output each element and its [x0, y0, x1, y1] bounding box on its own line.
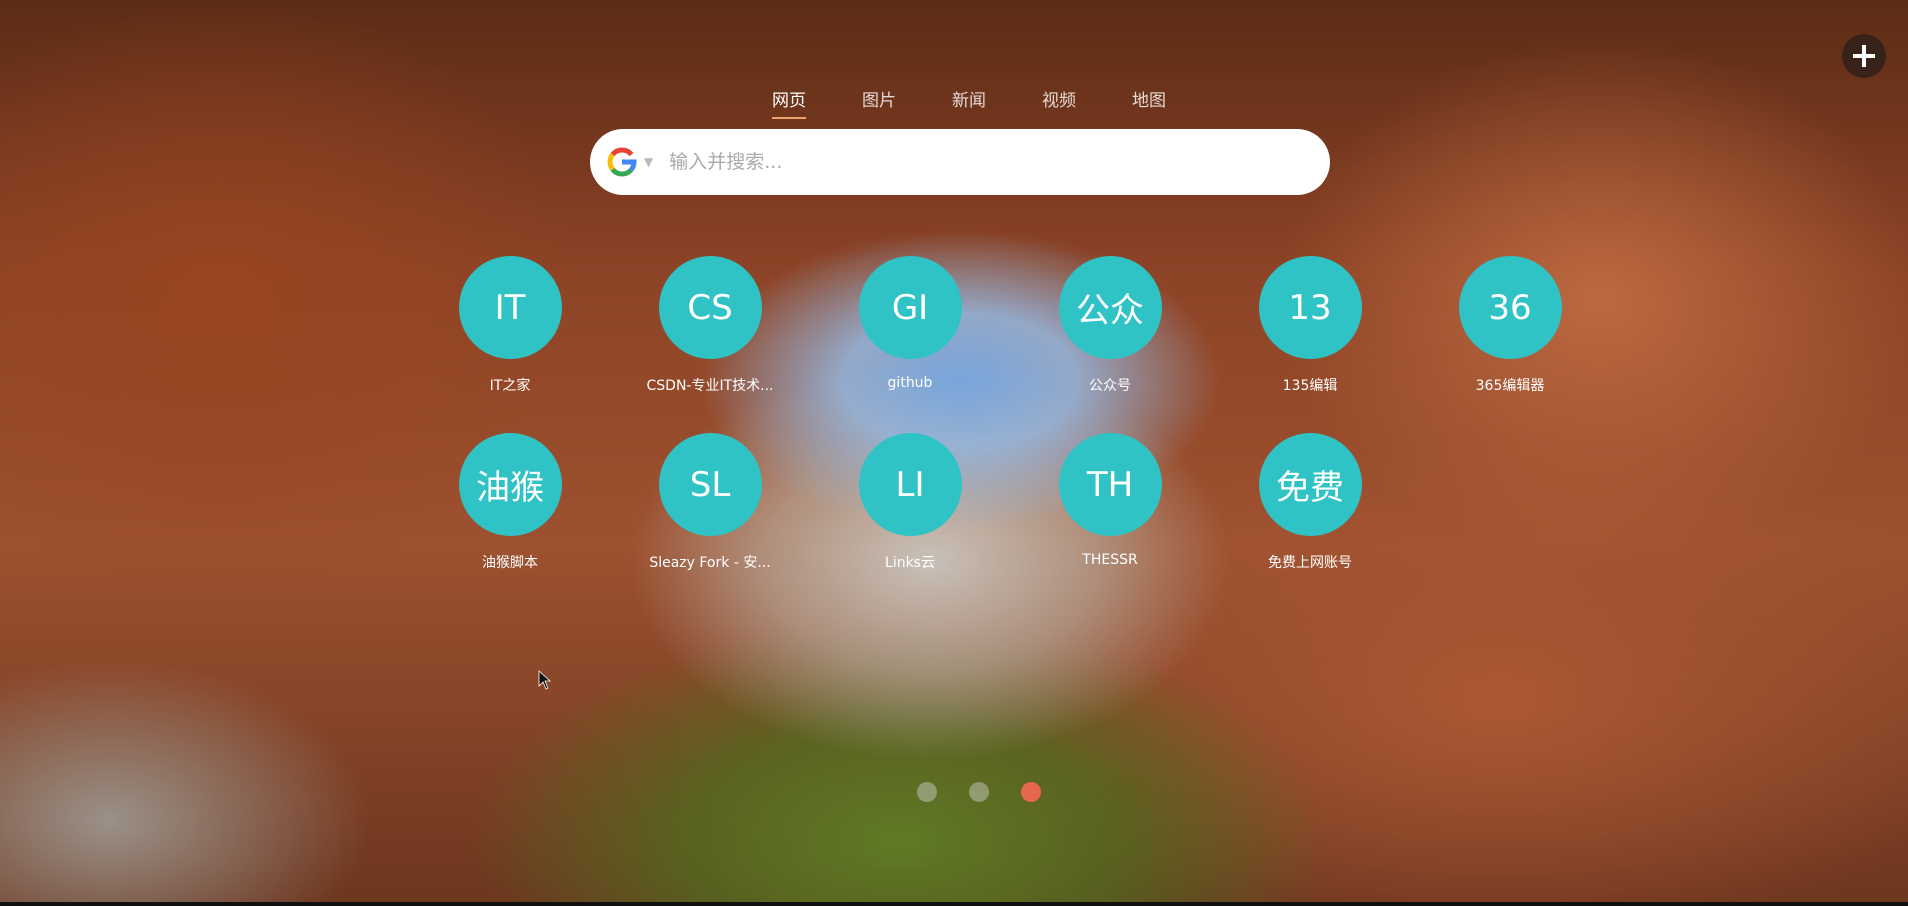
shortcut-icon: 油猴	[458, 433, 562, 536]
shortcut-tile[interactable]: 油猴 油猴脚本	[410, 433, 610, 572]
shortcut-label: 油猴脚本	[482, 555, 538, 571]
shortcut-label: github	[887, 375, 933, 391]
shortcut-label: 免费上网账号	[1268, 555, 1352, 571]
shortcut-grid: IT IT之家 CS CSDN-专业IT技术... GI github 公众 公…	[410, 256, 1610, 572]
tab-images[interactable]: 图片	[862, 86, 896, 119]
shortcut-label: 公众号	[1089, 378, 1131, 394]
google-icon	[607, 147, 637, 177]
shortcut-tile[interactable]: SL Sleazy Fork - 安...	[610, 433, 810, 572]
search-category-tabs: 网页 图片 新闻 视频 地图	[0, 86, 1908, 119]
shortcut-icon: LI	[858, 433, 962, 536]
tab-webpage[interactable]: 网页	[772, 86, 806, 119]
shortcut-tile[interactable]: GI github	[810, 256, 1010, 395]
shortcut-icon: IT	[458, 256, 562, 359]
shortcut-label: CSDN-专业IT技术...	[646, 378, 774, 394]
add-shortcut-button[interactable]	[1842, 34, 1886, 78]
shortcut-label: Sleazy Fork - 安...	[649, 555, 771, 571]
shortcut-label: THESSR	[1082, 552, 1138, 568]
search-engine-selector[interactable]: ▼	[606, 146, 653, 178]
shortcut-tile[interactable]: 公众 公众号	[1010, 256, 1210, 395]
shortcut-label: 365编辑器	[1475, 378, 1545, 394]
shortcut-icon: CS	[658, 256, 762, 359]
tab-videos[interactable]: 视频	[1042, 86, 1076, 119]
shortcut-tile[interactable]: LI Links云	[810, 433, 1010, 572]
page-indicator	[0, 782, 1908, 802]
shortcut-tile[interactable]: 36 365编辑器	[1410, 256, 1610, 395]
shortcut-tile[interactable]: 13 135编辑	[1210, 256, 1410, 395]
shortcut-icon: SL	[658, 433, 762, 536]
shortcut-tile[interactable]: IT IT之家	[410, 256, 610, 395]
mouse-cursor-icon	[538, 670, 552, 690]
bottom-edge	[0, 902, 1908, 906]
shortcut-icon: 免费	[1258, 433, 1362, 536]
tab-news[interactable]: 新闻	[952, 86, 986, 119]
shortcut-tile[interactable]: TH THESSR	[1010, 433, 1210, 572]
shortcut-icon: 公众	[1058, 256, 1162, 359]
chevron-down-icon: ▼	[644, 155, 654, 169]
shortcut-icon: 36	[1458, 256, 1562, 359]
tab-maps[interactable]: 地图	[1132, 86, 1166, 119]
search-bar: ▼	[590, 129, 1330, 195]
plus-icon	[1853, 45, 1875, 67]
shortcut-icon: GI	[858, 256, 962, 359]
page-dot-3[interactable]	[1021, 782, 1041, 802]
search-input[interactable]	[667, 150, 1330, 174]
shortcut-label: 135编辑	[1282, 378, 1338, 394]
shortcut-label: Links云	[885, 555, 935, 571]
shortcut-tile[interactable]: 免费 免费上网账号	[1210, 433, 1410, 572]
shortcut-icon: 13	[1258, 256, 1362, 359]
shortcut-label: IT之家	[489, 378, 531, 394]
page-dot-2[interactable]	[969, 782, 989, 802]
page-dot-1[interactable]	[917, 782, 937, 802]
shortcut-tile[interactable]: CS CSDN-专业IT技术...	[610, 256, 810, 395]
shortcut-icon: TH	[1058, 433, 1162, 536]
